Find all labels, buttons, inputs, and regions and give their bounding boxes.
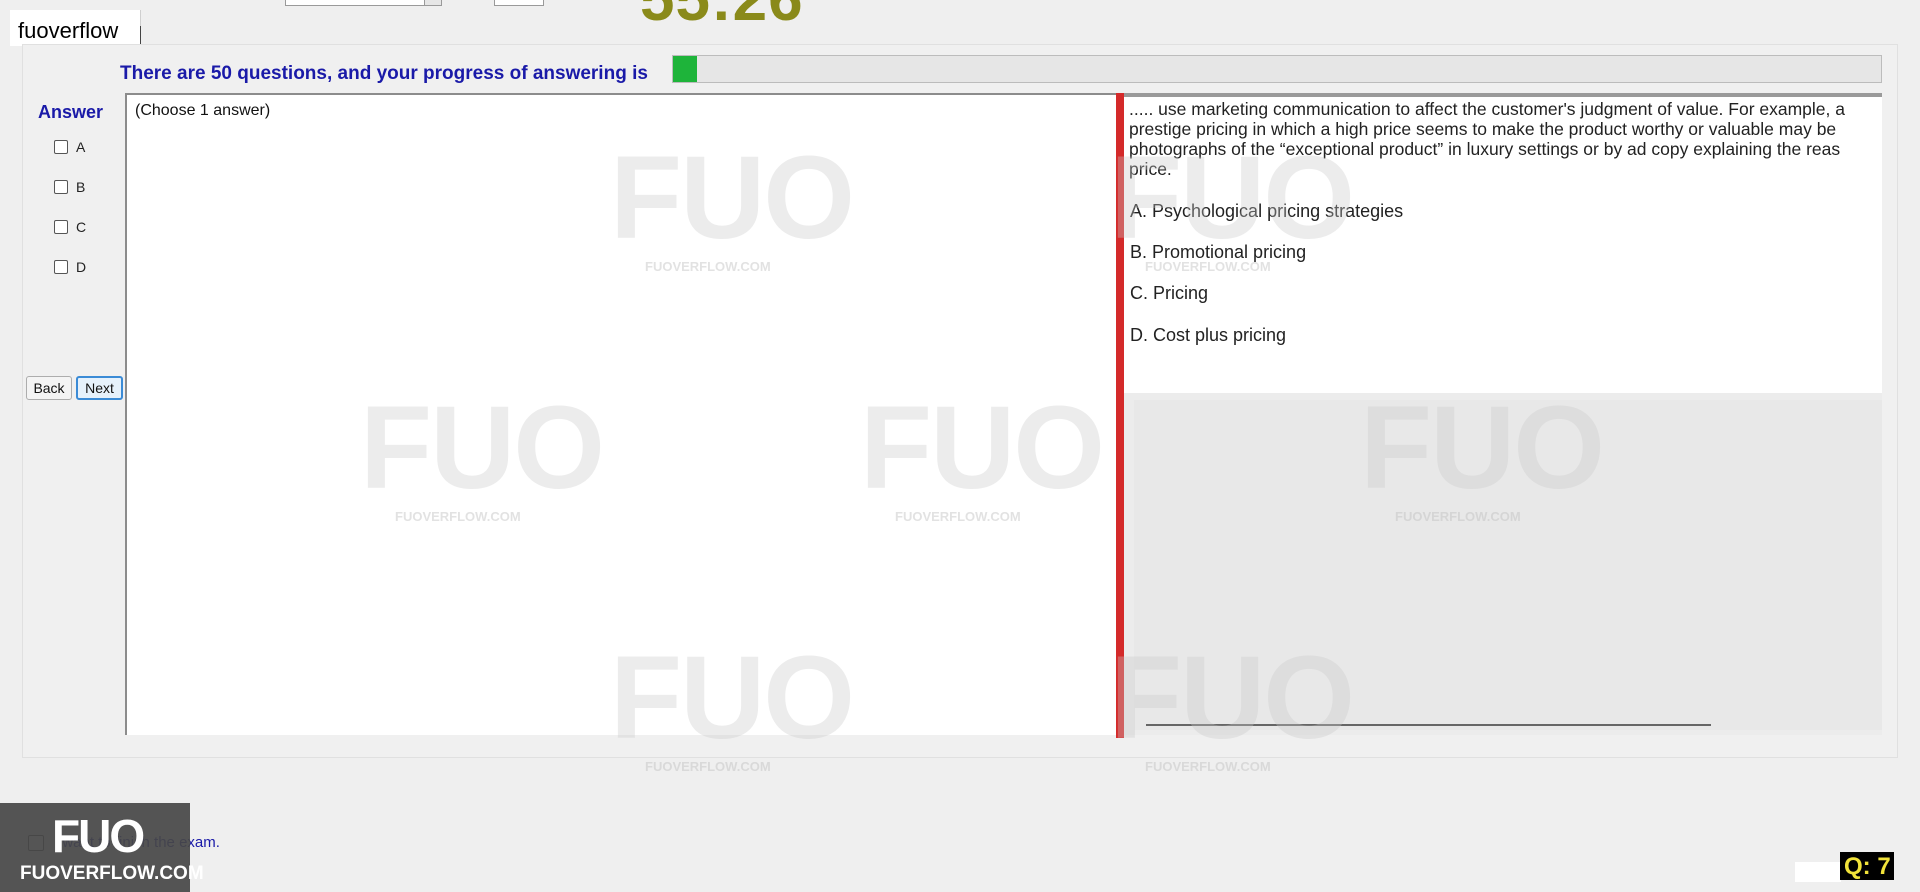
back-button[interactable]: Back bbox=[26, 376, 72, 400]
answer-option-c[interactable]: C bbox=[54, 219, 86, 235]
choice-c: C. Pricing bbox=[1130, 283, 1209, 303]
brand-watermark: FUO FUOVERFLOW.COM bbox=[0, 803, 204, 892]
question-text: ..... use marketing communication to aff… bbox=[1129, 99, 1845, 179]
choose-instruction: (Choose 1 answer) bbox=[135, 102, 271, 119]
answer-title: Answer bbox=[38, 102, 104, 122]
choice-a: A. Psychological pricing strategies bbox=[1130, 201, 1404, 221]
answer-option-b[interactable]: B bbox=[54, 179, 85, 195]
brand-site: FUOVERFLOW.COM bbox=[20, 863, 204, 884]
top-field[interactable] bbox=[494, 0, 544, 6]
checkbox[interactable] bbox=[54, 140, 68, 154]
brand-mark: FUO bbox=[52, 810, 145, 862]
progress-label: There are 50 questions, and your progres… bbox=[120, 63, 648, 84]
checkbox[interactable] bbox=[54, 220, 68, 234]
pane-top-border bbox=[1124, 93, 1882, 97]
app-logo-text: fuoverflow bbox=[18, 18, 119, 43]
text-caret bbox=[140, 26, 141, 44]
answer-option-label: B bbox=[76, 179, 86, 195]
next-button[interactable]: Next bbox=[76, 376, 123, 400]
badge-spacer bbox=[1795, 862, 1841, 882]
pane-splitter[interactable] bbox=[1116, 93, 1124, 738]
checkbox[interactable] bbox=[54, 260, 68, 274]
answer-option-label: D bbox=[76, 259, 87, 275]
answer-workspace bbox=[125, 93, 1116, 735]
checkbox[interactable] bbox=[54, 180, 68, 194]
top-dropdown[interactable] bbox=[285, 0, 442, 6]
answer-option-label: A bbox=[76, 139, 86, 155]
progress-bar-fill bbox=[673, 56, 698, 82]
app-logo-tab: fuoverflow bbox=[10, 10, 141, 46]
progress-bar bbox=[672, 55, 1882, 83]
choice-d: D. Cost plus pricing bbox=[1130, 325, 1287, 345]
horizontal-scrollbar[interactable] bbox=[1146, 724, 1711, 726]
choice-b: B. Promotional pricing bbox=[1130, 242, 1307, 262]
question-number-badge: Q: 7 bbox=[1840, 852, 1894, 880]
watermark-site: FUOVERFLOW.COM bbox=[645, 759, 771, 774]
answer-option-label: C bbox=[76, 219, 87, 235]
exam-timer: 55:26 bbox=[640, 0, 804, 35]
answer-option-d[interactable]: D bbox=[54, 259, 86, 275]
question-pane-inner bbox=[1134, 400, 1882, 730]
watermark-site: FUOVERFLOW.COM bbox=[1145, 759, 1271, 774]
answer-option-a[interactable]: A bbox=[54, 139, 85, 155]
question-pane: ..... use marketing communication to aff… bbox=[1124, 93, 1882, 393]
dropdown-arrow-icon[interactable] bbox=[424, 0, 441, 5]
question-number: Q: 7 bbox=[1844, 853, 1891, 880]
